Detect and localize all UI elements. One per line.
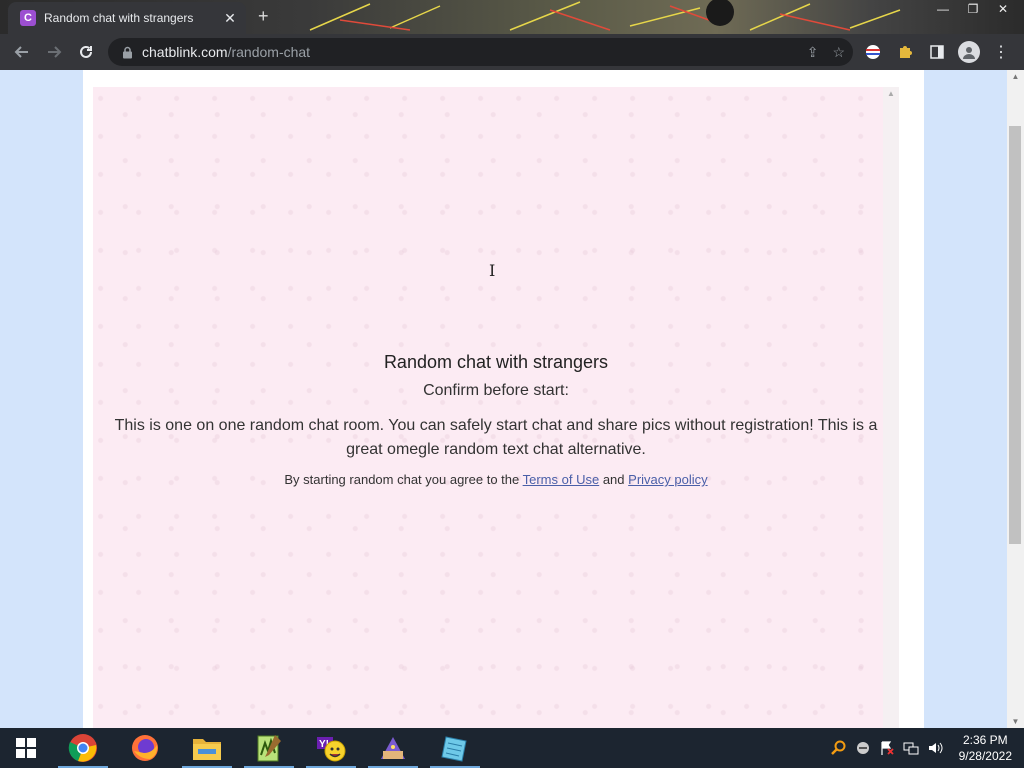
- action-center-flag-icon[interactable]: [879, 740, 895, 756]
- chat-scrollbar[interactable]: ▲: [883, 87, 899, 728]
- notepad-plus-icon[interactable]: [238, 728, 300, 768]
- tab-random-chat[interactable]: C Random chat with strangers ✕: [8, 2, 246, 34]
- page-container: Random chat with strangers Confirm befor…: [83, 70, 924, 728]
- bookmark-star-icon[interactable]: ☆: [832, 44, 845, 61]
- clock-date: 9/28/2022: [958, 749, 1012, 763]
- scroll-down-icon[interactable]: ▼: [1007, 717, 1024, 726]
- window-controls: — ❐ ✕: [928, 0, 1018, 18]
- side-panel-icon[interactable]: [926, 41, 948, 63]
- url-text: chatblink.com/random-chat: [142, 44, 310, 60]
- firefox-icon[interactable]: [114, 728, 176, 768]
- scrollbar-thumb[interactable]: [1009, 126, 1021, 544]
- yahoo-messenger-icon[interactable]: Y!: [300, 728, 362, 768]
- reload-icon[interactable]: [70, 36, 102, 68]
- network-icon[interactable]: [903, 740, 919, 756]
- forward-icon[interactable]: [38, 36, 70, 68]
- clock-time: 2:36 PM: [962, 733, 1008, 747]
- terms-of-use-link[interactable]: Terms of Use: [523, 472, 600, 487]
- chat-description: This is one on one random chat room. You…: [114, 417, 878, 458]
- system-tray: 2:36 PM 9/28/2022: [830, 728, 1024, 768]
- chat-title: Random chat with strangers: [383, 352, 609, 372]
- terms-and: and: [602, 472, 625, 487]
- tab-title: Random chat with strangers: [44, 11, 194, 25]
- terms-notice: By starting random chat you agree to the…: [93, 472, 899, 487]
- file-explorer-icon[interactable]: [176, 728, 238, 768]
- do-not-disturb-icon[interactable]: [855, 740, 871, 756]
- text-cursor-icon: I: [489, 261, 496, 280]
- lock-icon[interactable]: [120, 45, 134, 59]
- chat-panel: Random chat with strangers Confirm befor…: [93, 87, 899, 728]
- windows-start-icon[interactable]: [0, 728, 52, 768]
- minimize-icon[interactable]: —: [928, 0, 958, 18]
- welcome-content: Random chat with strangers Confirm befor…: [93, 352, 899, 487]
- wizard-app-icon[interactable]: [362, 728, 424, 768]
- search-magnifier-icon[interactable]: [830, 740, 847, 756]
- scroll-up-icon[interactable]: ▲: [1007, 72, 1024, 81]
- url-path: /random-chat: [227, 44, 311, 60]
- privacy-policy-link[interactable]: Privacy policy: [628, 472, 707, 487]
- new-tab-icon[interactable]: +: [258, 6, 269, 27]
- site-favicon-icon: C: [20, 10, 36, 26]
- vpn-extension-icon[interactable]: [862, 41, 884, 63]
- decorative-theme-image: [309, 0, 901, 31]
- volume-icon[interactable]: [927, 740, 943, 756]
- extensions-area: ⋮: [862, 34, 1012, 70]
- extensions-puzzle-icon[interactable]: [894, 41, 916, 63]
- terms-prefix: By starting random chat you agree to the: [284, 472, 520, 487]
- back-icon[interactable]: [6, 36, 38, 68]
- url-domain: chatblink.com: [142, 44, 228, 60]
- close-window-icon[interactable]: ✕: [988, 0, 1018, 18]
- more-menu-icon[interactable]: ⋮: [990, 41, 1012, 63]
- notebook-app-icon[interactable]: [424, 728, 486, 768]
- browser-title-bar: C Random chat with strangers ✕ + — ❐ ✕: [0, 0, 1024, 34]
- share-icon[interactable]: ⇪: [807, 44, 819, 61]
- restore-icon[interactable]: ❐: [958, 0, 988, 18]
- chrome-icon[interactable]: [52, 728, 114, 768]
- chat-scroll-up-icon[interactable]: ▲: [883, 89, 899, 98]
- confirm-subtitle: Confirm before start:: [423, 382, 569, 399]
- omnibox-actions: ⇪ ☆: [807, 38, 845, 66]
- system-clock[interactable]: 2:36 PM 9/28/2022: [959, 732, 1012, 764]
- profile-avatar-icon[interactable]: [958, 41, 980, 63]
- page-scrollbar[interactable]: ▲ ▼: [1007, 70, 1024, 728]
- address-bar[interactable]: chatblink.com/random-chat ⇪ ☆: [108, 38, 853, 66]
- windows-taskbar: Y! 2:36 PM 9/28/2022: [0, 728, 1024, 768]
- tab-close-icon[interactable]: ✕: [220, 10, 240, 27]
- page-viewport: Random chat with strangers Confirm befor…: [0, 70, 1024, 728]
